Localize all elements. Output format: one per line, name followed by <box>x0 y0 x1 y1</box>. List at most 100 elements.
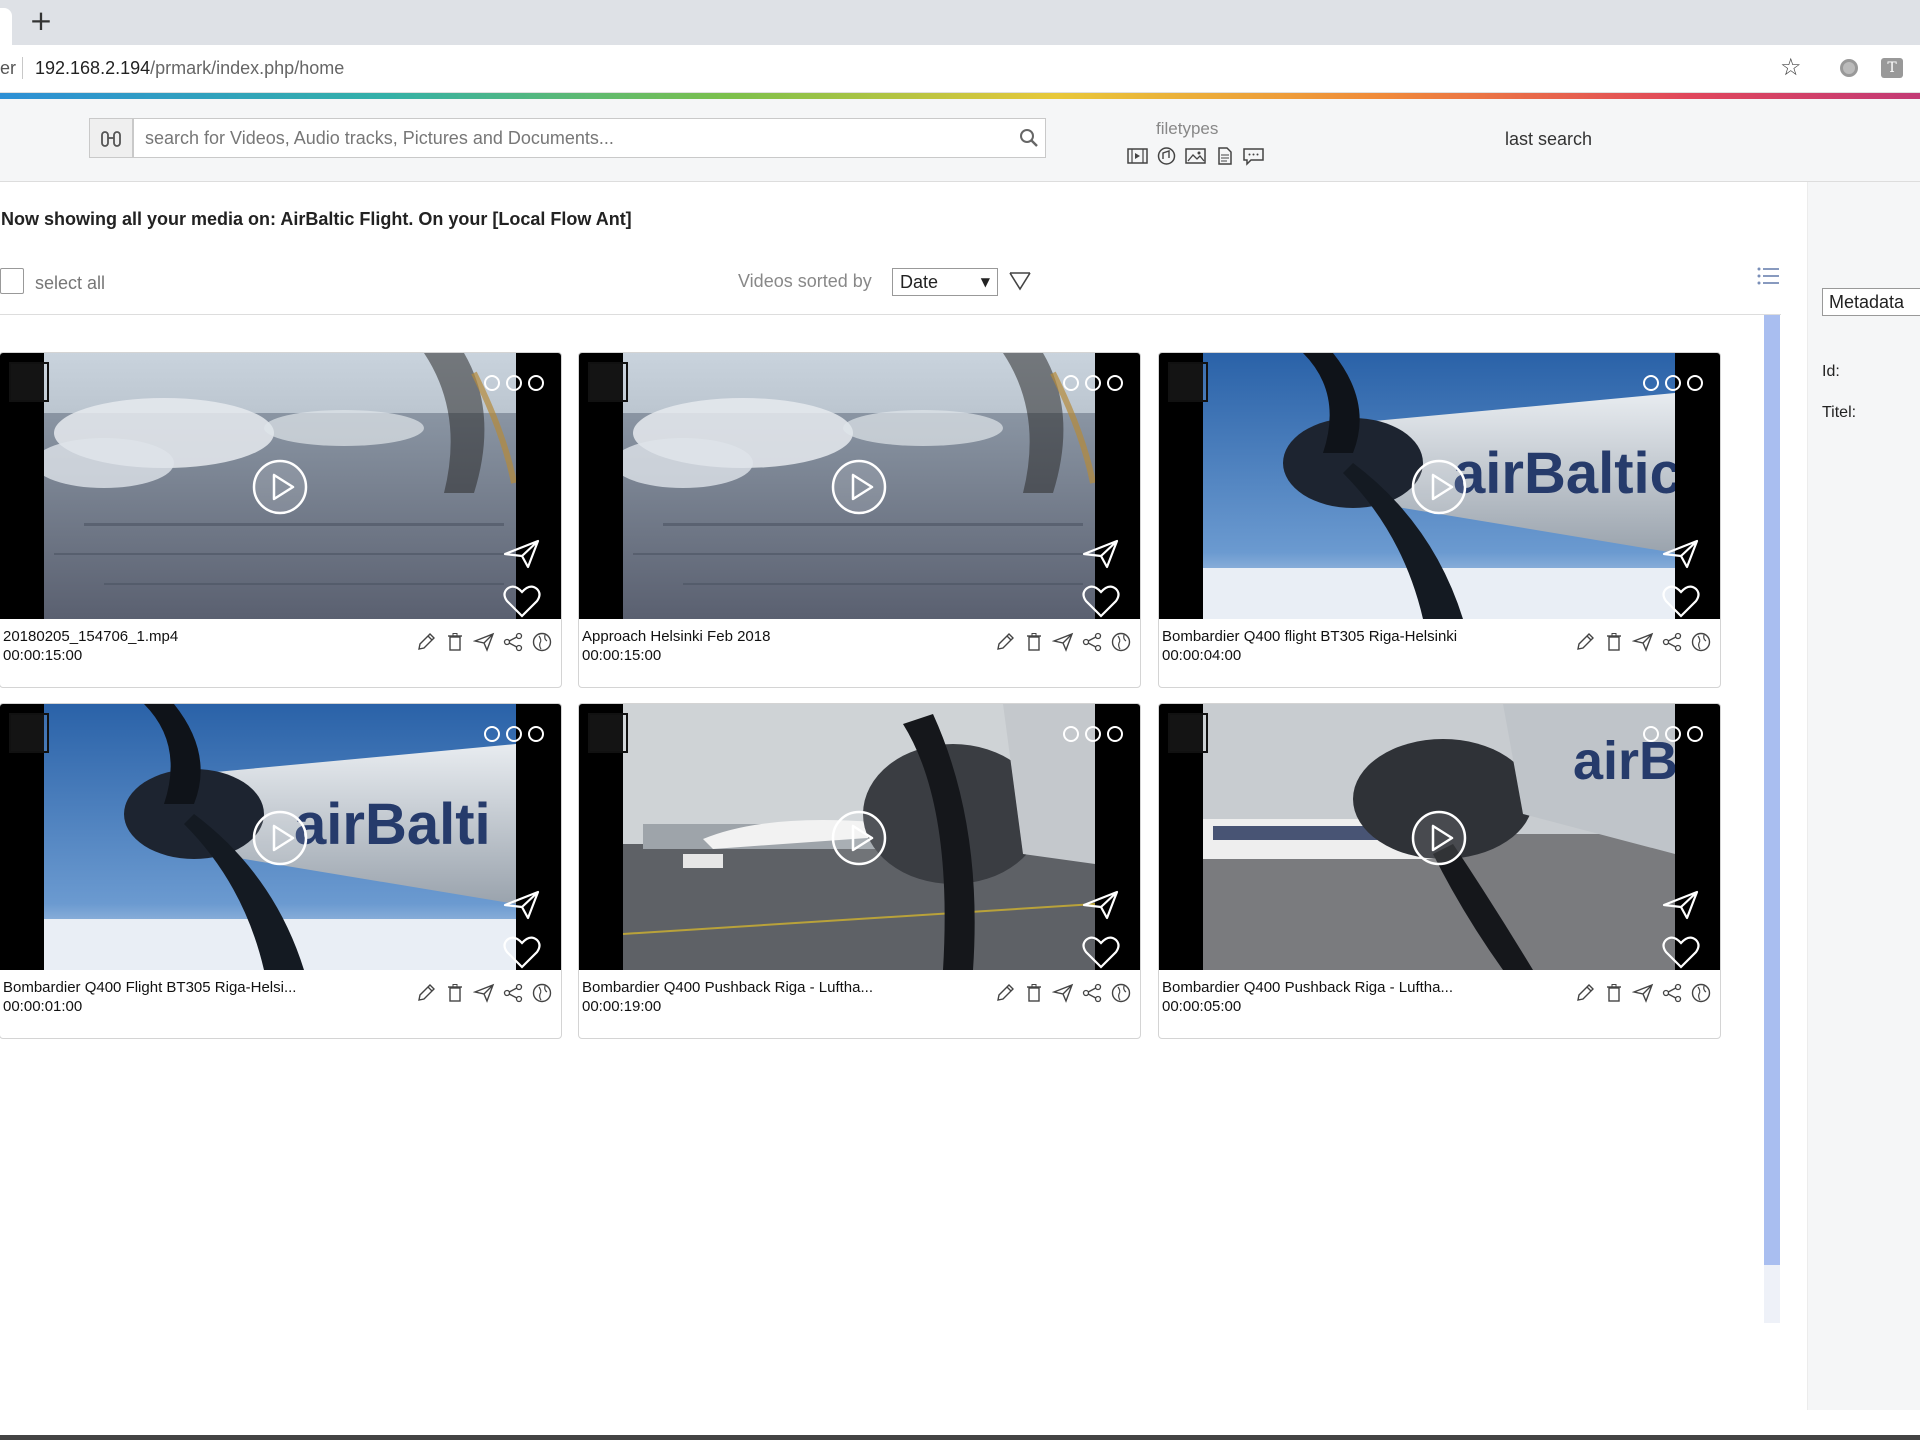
share-icon[interactable] <box>502 631 524 653</box>
send-icon[interactable] <box>1052 982 1074 1004</box>
media-card[interactable]: Approach Helsinki Feb 2018 00:00:15:00 <box>578 352 1141 688</box>
globe-icon[interactable] <box>1110 982 1132 1004</box>
send-icon[interactable] <box>1632 982 1654 1004</box>
card-title[interactable]: Approach Helsinki Feb 2018 <box>582 628 770 645</box>
browser-tab[interactable] <box>0 8 12 45</box>
comment-icon[interactable] <box>1242 146 1265 166</box>
document-icon[interactable] <box>1213 146 1236 166</box>
play-icon[interactable] <box>830 809 888 867</box>
search-input[interactable] <box>133 118 1046 158</box>
favorite-heart-icon[interactable] <box>1081 583 1121 619</box>
more-options-icon[interactable] <box>1061 724 1125 744</box>
bookmark-star-icon[interactable]: ☆ <box>1780 53 1802 81</box>
last-search-link[interactable]: last search <box>1505 129 1592 150</box>
trash-icon[interactable] <box>444 631 466 653</box>
card-title[interactable]: Bombardier Q400 Pushback Riga - Luftha..… <box>1162 979 1453 996</box>
edit-pencil-icon[interactable] <box>994 982 1016 1004</box>
video-thumbnail[interactable] <box>579 704 1140 970</box>
send-icon[interactable] <box>1632 631 1654 653</box>
card-select-checkbox[interactable] <box>588 713 628 753</box>
url-text[interactable]: 192.168.2.194/prmark/index.php/home <box>35 58 344 79</box>
globe-icon[interactable] <box>531 982 553 1004</box>
trash-icon[interactable] <box>1023 982 1045 1004</box>
favorite-heart-icon[interactable] <box>502 934 542 970</box>
card-title[interactable]: Bombardier Q400 flight BT305 Riga-Helsin… <box>1162 628 1457 645</box>
media-card[interactable]: airBaltic Bombardier Q400 flight BT305 R… <box>1158 352 1721 688</box>
more-options-icon[interactable] <box>1641 373 1705 393</box>
video-thumbnail[interactable] <box>0 353 561 619</box>
extension-circle-icon[interactable] <box>1840 59 1858 77</box>
card-select-checkbox[interactable] <box>1168 713 1208 753</box>
extension-t-icon[interactable]: T <box>1881 58 1903 78</box>
favorite-heart-icon[interactable] <box>1081 934 1121 970</box>
more-options-icon[interactable] <box>1061 373 1125 393</box>
card-select-checkbox[interactable] <box>1168 362 1208 402</box>
card-title[interactable]: Bombardier Q400 Flight BT305 Riga-Helsi.… <box>3 979 296 996</box>
send-icon[interactable] <box>502 538 542 570</box>
send-icon[interactable] <box>473 631 495 653</box>
share-icon[interactable] <box>1081 631 1103 653</box>
send-icon[interactable] <box>1052 631 1074 653</box>
binoculars-search-button[interactable] <box>89 118 133 158</box>
favorite-heart-icon[interactable] <box>1661 583 1701 619</box>
media-card[interactable]: Bombardier Q400 Pushback Riga - Luftha..… <box>578 703 1141 1039</box>
send-icon[interactable] <box>473 982 495 1004</box>
new-tab-button[interactable]: + <box>26 6 56 36</box>
edit-pencil-icon[interactable] <box>1574 982 1596 1004</box>
send-icon[interactable] <box>1081 538 1121 570</box>
video-thumbnail[interactable] <box>579 353 1140 619</box>
card-title[interactable]: Bombardier Q400 Pushback Riga - Luftha..… <box>582 979 873 996</box>
share-icon[interactable] <box>502 982 524 1004</box>
play-icon[interactable] <box>1410 809 1468 867</box>
card-select-checkbox[interactable] <box>588 362 628 402</box>
globe-icon[interactable] <box>531 631 553 653</box>
search-icon[interactable] <box>1018 127 1040 149</box>
card-select-checkbox[interactable] <box>9 713 49 753</box>
browser-address-bar[interactable]: er 192.168.2.194/prmark/index.php/home ☆… <box>0 45 1920 93</box>
trash-icon[interactable] <box>444 982 466 1004</box>
metadata-select[interactable]: Metadata <box>1822 288 1920 316</box>
edit-pencil-icon[interactable] <box>415 982 437 1004</box>
more-options-icon[interactable] <box>482 724 546 744</box>
play-icon[interactable] <box>1410 458 1468 516</box>
favorite-heart-icon[interactable] <box>1661 934 1701 970</box>
audio-icon[interactable] <box>1155 146 1178 166</box>
edit-pencil-icon[interactable] <box>415 631 437 653</box>
video-thumbnail[interactable]: airB <box>1159 704 1720 970</box>
sort-order-icon[interactable] <box>1007 270 1033 292</box>
send-icon[interactable] <box>1661 538 1701 570</box>
edit-pencil-icon[interactable] <box>994 631 1016 653</box>
play-icon[interactable] <box>251 809 309 867</box>
globe-icon[interactable] <box>1690 982 1712 1004</box>
send-icon[interactable] <box>1081 889 1121 921</box>
share-icon[interactable] <box>1661 982 1683 1004</box>
video-thumbnail[interactable]: airBalti <box>0 704 561 970</box>
favorite-heart-icon[interactable] <box>502 583 542 619</box>
play-icon[interactable] <box>251 458 309 516</box>
list-view-icon[interactable] <box>1755 264 1781 288</box>
send-icon[interactable] <box>502 889 542 921</box>
card-select-checkbox[interactable] <box>9 362 49 402</box>
share-icon[interactable] <box>1661 631 1683 653</box>
trash-icon[interactable] <box>1603 982 1625 1004</box>
globe-icon[interactable] <box>1690 631 1712 653</box>
media-card[interactable]: airBalti Bombardier Q400 Flight BT305 Ri… <box>0 703 562 1039</box>
play-icon[interactable] <box>830 458 888 516</box>
video-thumbnail[interactable]: airBaltic <box>1159 353 1720 619</box>
trash-icon[interactable] <box>1603 631 1625 653</box>
select-all-label[interactable]: select all <box>35 273 105 294</box>
card-title[interactable]: 20180205_154706_1.mp4 <box>3 628 178 645</box>
globe-icon[interactable] <box>1110 631 1132 653</box>
media-card[interactable]: 20180205_154706_1.mp4 00:00:15:00 <box>0 352 562 688</box>
video-icon[interactable] <box>1126 146 1149 166</box>
edit-pencil-icon[interactable] <box>1574 631 1596 653</box>
sort-select[interactable]: Date ▼ <box>892 268 998 296</box>
trash-icon[interactable] <box>1023 631 1045 653</box>
share-icon[interactable] <box>1081 982 1103 1004</box>
media-card[interactable]: airB Bombardier Q400 Pushback Riga - Luf… <box>1158 703 1721 1039</box>
picture-icon[interactable] <box>1184 146 1207 166</box>
more-options-icon[interactable] <box>482 373 546 393</box>
send-icon[interactable] <box>1661 889 1701 921</box>
more-options-icon[interactable] <box>1641 724 1705 744</box>
select-all-checkbox[interactable] <box>0 268 24 294</box>
